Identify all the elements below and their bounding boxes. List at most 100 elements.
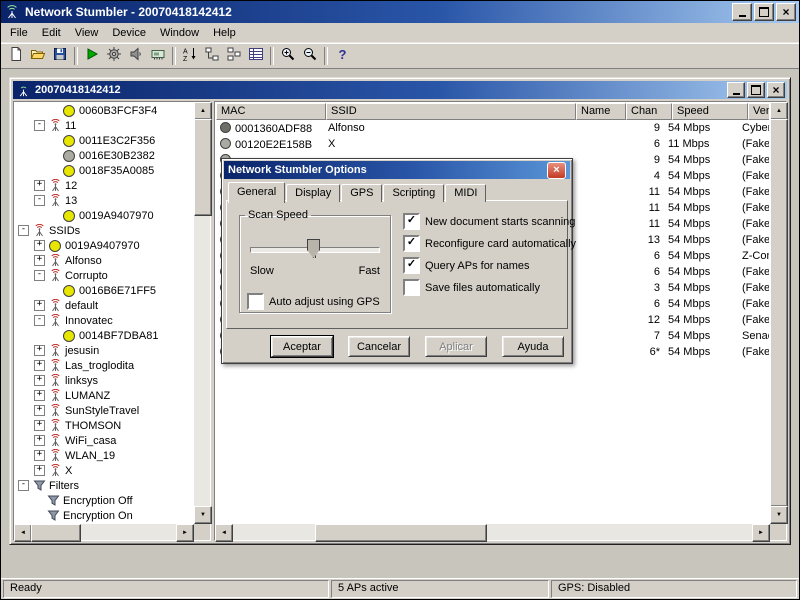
expand-icon[interactable]: +	[34, 180, 45, 191]
scroll-right-button[interactable]: ►	[176, 524, 194, 542]
scroll-down-button[interactable]: ▼	[194, 506, 212, 524]
column-header-mac[interactable]: MAC	[216, 103, 326, 120]
tree-item-linksys[interactable]: +linksys	[15, 373, 193, 388]
dialog-title-bar[interactable]: Network Stumbler Options ×	[224, 161, 570, 179]
column-header-name[interactable]: Name	[576, 103, 626, 120]
table-vscroll-thumb[interactable]	[770, 119, 788, 507]
mute-audio-button[interactable]	[125, 45, 147, 66]
column-header-vendor[interactable]: Vendor	[748, 103, 769, 120]
auto-adjust-gps-checkbox[interactable]: Auto adjust using GPS	[247, 293, 380, 310]
column-header-ssid[interactable]: SSID	[326, 103, 576, 120]
table-horizontal-scrollbar[interactable]: ◄ ►	[215, 524, 770, 540]
device-button[interactable]	[147, 45, 169, 66]
tree-item-0019a9407970[interactable]: 0019A9407970	[15, 208, 193, 223]
menu-file[interactable]: File	[3, 25, 35, 41]
tree-item-jesusin[interactable]: +jesusin	[15, 343, 193, 358]
ayuda-button[interactable]: Ayuda	[502, 336, 564, 357]
tree-item-corrupto[interactable]: -Corrupto	[15, 268, 193, 283]
column-header-chan[interactable]: Chan	[626, 103, 672, 120]
menu-edit[interactable]: Edit	[35, 25, 68, 41]
expand-icon[interactable]: +	[34, 255, 45, 266]
tree-item-sunstyletravel[interactable]: +SunStyleTravel	[15, 403, 193, 418]
save-file-button[interactable]	[49, 45, 71, 66]
slider-thumb[interactable]	[307, 239, 320, 258]
tree-item-innovatec[interactable]: -Innovatec	[15, 313, 193, 328]
tree-item-0016b6e71ff5[interactable]: 0016B6E71FF5	[15, 283, 193, 298]
close-button[interactable]: ×	[776, 3, 796, 21]
tree-item-0016e30b2382[interactable]: 0016E30B2382	[15, 148, 193, 163]
tree-item-alfonso[interactable]: +Alfonso	[15, 253, 193, 268]
expand-icon[interactable]: +	[34, 405, 45, 416]
tree-hscroll-thumb[interactable]	[31, 524, 81, 542]
scroll-left-button[interactable]: ◄	[14, 524, 32, 542]
expand-icon[interactable]: +	[34, 375, 45, 386]
tree-item-0019a9407970[interactable]: +0019A9407970	[15, 238, 193, 253]
cancelar-button[interactable]: Cancelar	[348, 336, 410, 357]
dialog-close-button[interactable]: ×	[547, 162, 566, 179]
help-button[interactable]: ?	[331, 45, 353, 66]
zoom-in-button[interactable]	[277, 45, 299, 66]
new-document-starts-scanning-checkbox[interactable]: New document starts scanning	[403, 213, 563, 230]
scroll-right-button[interactable]: ►	[752, 524, 770, 542]
scan-speed-slider[interactable]	[248, 237, 382, 261]
expand-icon[interactable]: +	[34, 390, 45, 401]
menu-help[interactable]: Help	[206, 25, 243, 41]
expand-icon[interactable]: +	[34, 420, 45, 431]
tree-item-lumanz[interactable]: +LUMANZ	[15, 388, 193, 403]
expand-icon[interactable]: +	[34, 450, 45, 461]
open-file-button[interactable]	[27, 45, 49, 66]
menu-device[interactable]: Device	[105, 25, 153, 41]
table-row[interactable]: 00120E2E158BX611 Mbps(Fake)AP	[216, 136, 769, 152]
tree-item-encryption-off[interactable]: Encryption Off	[15, 493, 193, 508]
collapse-icon[interactable]: -	[34, 195, 45, 206]
column-header-speed[interactable]: Speed	[672, 103, 748, 120]
tree-item-0011e3c2f356[interactable]: 0011E3C2F356	[15, 133, 193, 148]
expand-icon[interactable]: +	[34, 345, 45, 356]
child-title-bar[interactable]: 20070418142412 ×	[13, 81, 787, 99]
tree-item-11[interactable]: -11	[15, 118, 193, 133]
tree-item-ssids[interactable]: -SSIDs	[15, 223, 193, 238]
menu-view[interactable]: View	[68, 25, 106, 41]
child-maximize-button[interactable]	[747, 82, 765, 98]
table-vertical-scrollbar[interactable]: ▲ ▼	[770, 102, 786, 524]
tab-scripting[interactable]: Scripting	[383, 184, 444, 202]
scroll-down-button[interactable]: ▼	[770, 506, 788, 524]
tree-item-13[interactable]: -13	[15, 193, 193, 208]
tab-general[interactable]: General	[228, 182, 285, 203]
grid-view-button[interactable]	[245, 45, 267, 66]
tree-item-0018f35a0085[interactable]: 0018F35A0085	[15, 163, 193, 178]
title-bar[interactable]: Network Stumbler - 20070418142412 ×	[1, 1, 799, 23]
save-files-automatically-checkbox[interactable]: Save files automatically	[403, 279, 563, 296]
child-minimize-button[interactable]	[727, 82, 745, 98]
tree-item-12[interactable]: +12	[15, 178, 193, 193]
tab-midi[interactable]: MIDI	[445, 184, 486, 202]
collapse-icon[interactable]: -	[34, 315, 45, 326]
tree-vertical-scrollbar[interactable]: ▲ ▼	[194, 102, 210, 524]
table-row[interactable]: 0001360ADF88Alfonso954 MbpsCyberT...AP	[216, 120, 769, 136]
tree-item-wlan-19[interactable]: +WLAN_19	[15, 448, 193, 463]
query-aps-for-names-checkbox[interactable]: Query APs for names	[403, 257, 563, 274]
sort-az-button[interactable]: AZ	[179, 45, 201, 66]
options-button[interactable]	[103, 45, 125, 66]
tree-item-0014bf7dba81[interactable]: 0014BF7DBA81	[15, 328, 193, 343]
expand-icon[interactable]: +	[34, 300, 45, 311]
expand-icon[interactable]: +	[34, 240, 45, 251]
menu-window[interactable]: Window	[153, 25, 206, 41]
collapse-icon[interactable]: -	[18, 225, 29, 236]
scroll-up-button[interactable]: ▲	[770, 102, 788, 120]
tree-item-wifi-casa[interactable]: +WiFi_casa	[15, 433, 193, 448]
expand-all-button[interactable]	[201, 45, 223, 66]
tree-horizontal-scrollbar[interactable]: ◄ ►	[14, 524, 194, 540]
tree-item-thomson[interactable]: +THOMSON	[15, 418, 193, 433]
tree-item-default[interactable]: +default	[15, 298, 193, 313]
reconfigure-card-automatically-checkbox[interactable]: Reconfigure card automatically	[403, 235, 563, 252]
tab-gps[interactable]: GPS	[341, 184, 382, 202]
tree-item-0060b3fcf3f4[interactable]: 0060B3FCF3F4	[15, 103, 193, 118]
tree-item-encryption-on[interactable]: Encryption On	[15, 508, 193, 523]
collapse-icon[interactable]: -	[34, 270, 45, 281]
start-scan-button[interactable]	[81, 45, 103, 66]
tree-vscroll-thumb[interactable]	[194, 119, 212, 216]
expand-icon[interactable]: +	[34, 360, 45, 371]
tree-item-filters[interactable]: -Filters	[15, 478, 193, 493]
new-document-button[interactable]	[5, 45, 27, 66]
